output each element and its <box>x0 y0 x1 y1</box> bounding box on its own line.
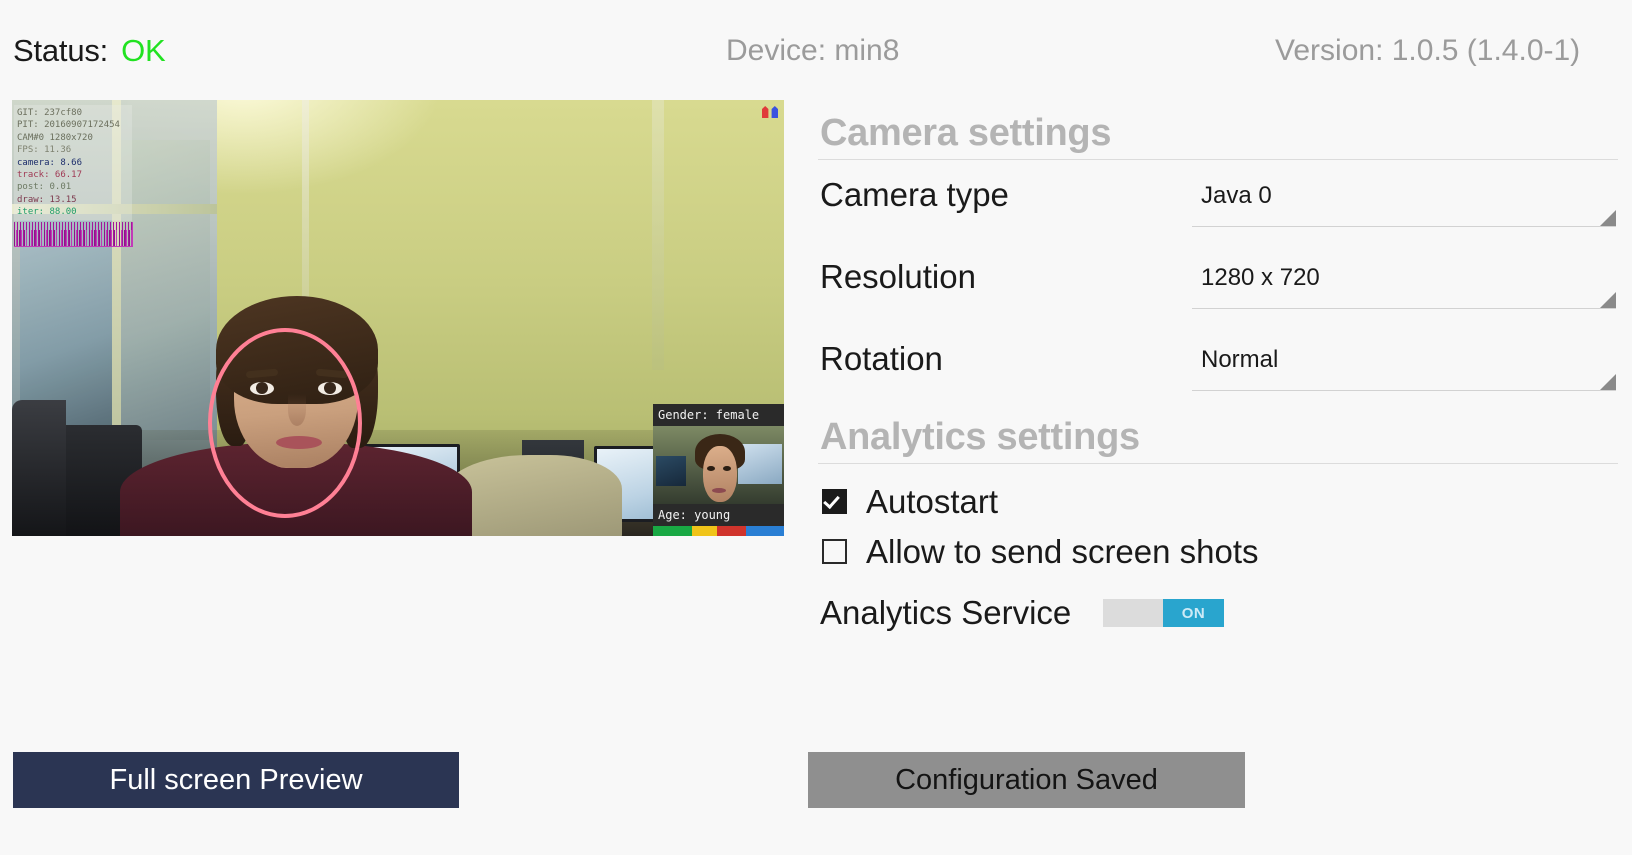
face-thumbnail <box>653 426 784 514</box>
device-label: Device: min8 <box>726 34 900 67</box>
debug-git: GIT: 237cf80 <box>17 108 83 118</box>
status-label: Status: <box>13 33 109 68</box>
resolution-value: 1280 x 720 <box>1201 264 1320 291</box>
screenshots-checkbox[interactable] <box>822 539 847 564</box>
camera-type-value: Java 0 <box>1201 182 1272 209</box>
thumb-face <box>693 434 747 514</box>
dropdown-triangle-icon <box>1600 210 1616 226</box>
screenshots-label: Allow to send screen shots <box>866 533 1259 570</box>
rotation-label: Rotation <box>820 340 943 377</box>
office-chair-back <box>12 400 66 536</box>
debug-track: track: 66.17 <box>17 170 83 181</box>
status-badge: OK <box>121 33 166 68</box>
debug-iter: iter: 88.00 <box>17 207 77 218</box>
rotation-spinner[interactable]: Normal <box>1192 334 1616 391</box>
toggle-thumb: ON <box>1163 599 1224 627</box>
face-tracker-ellipse <box>208 328 362 518</box>
thumb-face-eye-right <box>723 466 731 471</box>
debug-overlay: GIT: 237cf80 PIT: 20160907172454 CAM#0 1… <box>14 105 132 221</box>
camera-settings-title: Camera settings <box>820 112 1112 154</box>
analytics-service-toggle[interactable]: ON <box>1103 599 1224 627</box>
resolution-spinner[interactable]: 1280 x 720 <box>1192 252 1616 309</box>
wall-seam-2 <box>652 100 664 370</box>
autostart-label: Autostart <box>866 483 999 520</box>
thumb-face-mouth <box>712 488 726 493</box>
configuration-saved-button[interactable]: Configuration Saved <box>808 752 1245 808</box>
confidence-bar <box>653 526 784 536</box>
gender-label: Gender: female <box>653 404 784 426</box>
thumb-face-skin <box>703 446 737 502</box>
thumb-monitor-2 <box>656 456 686 486</box>
checkbox-row-autostart[interactable]: Autostart <box>818 480 1618 530</box>
analytics-service-label: Analytics Service <box>820 594 1072 631</box>
rotation-value: Normal <box>1201 346 1279 373</box>
camera-settings-section: Camera settings Camera type Java 0 Resol… <box>818 112 1618 406</box>
debug-draw: draw: 13.15 <box>17 194 77 205</box>
version-label: Version: 1.0.5 (1.4.0-1) <box>1275 34 1581 67</box>
camera-type-spinner[interactable]: Java 0 <box>1192 170 1616 227</box>
debug-camera: camera: 8.66 <box>17 157 83 168</box>
confidence-segment-blue <box>745 526 784 536</box>
checkbox-row-screenshots[interactable]: Allow to send screen shots <box>818 530 1618 580</box>
row-rotation: Rotation Normal <box>818 324 1618 406</box>
camera-type-label: Camera type <box>820 176 1009 213</box>
debug-pit: PIT: 20160907172454 <box>17 120 120 131</box>
confidence-segment-yellow <box>692 526 718 536</box>
dropdown-triangle-icon <box>1600 374 1616 390</box>
debug-cam: CAM#0 1280x720 <box>17 132 93 143</box>
confidence-segment-green <box>653 526 693 536</box>
status-block: Status: OK <box>13 33 166 69</box>
dropdown-triangle-icon <box>1600 292 1616 308</box>
analytics-service-row: Analytics Service ON <box>818 590 1618 646</box>
analytics-settings-divider <box>818 463 1618 464</box>
analytics-settings-section: Analytics settings Autostart Allow to se… <box>818 416 1618 646</box>
debug-fps: FPS: 11.36 <box>17 145 72 156</box>
settings-panel: Camera settings Camera type Java 0 Resol… <box>818 112 1618 646</box>
debug-histogram <box>14 222 133 247</box>
status-header: Status: OK Device: min8 Version: 1.0.5 (1… <box>0 0 1632 90</box>
confidence-segment-red <box>717 526 746 536</box>
age-label: Age: young <box>653 504 784 526</box>
row-camera-type: Camera type Java 0 <box>818 160 1618 242</box>
thumb-face-eye-left <box>707 466 715 471</box>
row-resolution: Resolution 1280 x 720 <box>818 242 1618 324</box>
debug-post: post: 0.01 <box>17 182 72 193</box>
analytics-settings-title: Analytics settings <box>820 416 1140 458</box>
autostart-checkbox[interactable] <box>822 489 847 514</box>
full-screen-preview-button[interactable]: Full screen Preview <box>13 752 459 808</box>
check-icon <box>823 491 840 510</box>
camera-preview[interactable]: GIT: 237cf80 PIT: 20160907172454 CAM#0 1… <box>12 100 784 536</box>
face-detection-panel: Gender: female Age: young <box>653 404 784 536</box>
resolution-label: Resolution <box>820 258 976 295</box>
window-glass-lower <box>20 220 112 430</box>
